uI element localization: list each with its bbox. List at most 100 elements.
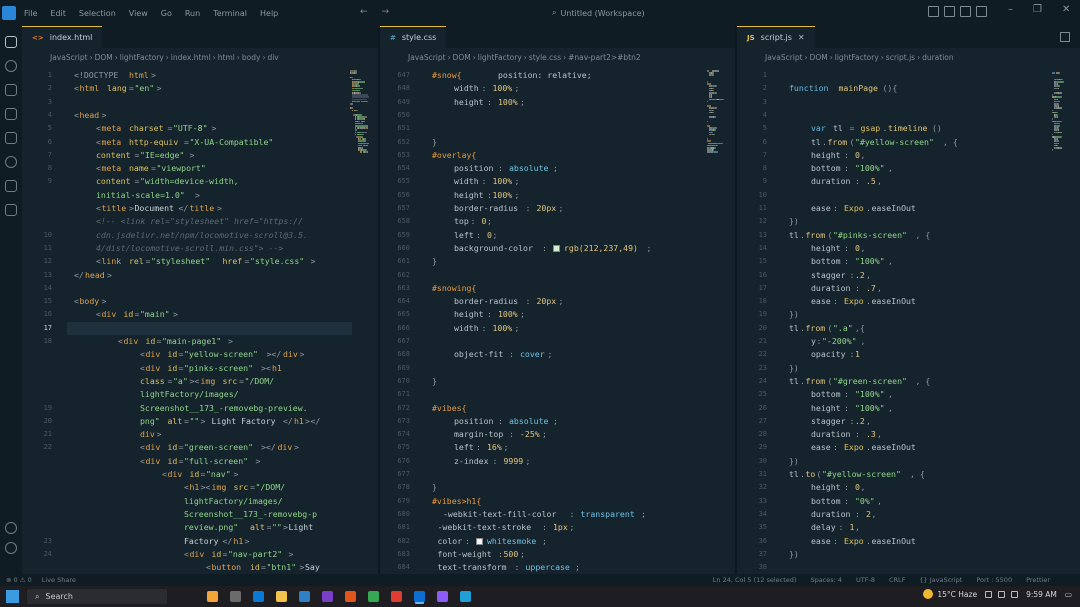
taskbar-app-icon[interactable]: [322, 591, 333, 602]
code-token: (: [849, 136, 855, 147]
breadcrumb-item[interactable]: JavaScript: [408, 53, 446, 62]
status-item[interactable]: Prettier: [1026, 576, 1050, 584]
testing-icon[interactable]: [5, 204, 17, 216]
menu-edit[interactable]: Edit: [50, 9, 66, 18]
explorer-icon[interactable]: [5, 36, 17, 48]
notification-icon[interactable]: ▭: [1065, 590, 1072, 599]
code-token: stagger: [811, 269, 846, 280]
weather-widget[interactable]: 15°C Haze: [923, 589, 977, 599]
taskbar-app-icon[interactable]: [414, 591, 425, 602]
breadcrumb-item[interactable]: DOM: [95, 53, 113, 62]
breadcrumb-item[interactable]: html: [218, 53, 235, 62]
status-item[interactable]: UTF-8: [856, 576, 875, 584]
breadcrumb-item[interactable]: JavaScript: [50, 53, 88, 62]
back-arrow-icon[interactable]: ←: [360, 7, 368, 17]
breadcrumb-item[interactable]: lightFactory: [478, 53, 522, 62]
code-area[interactable]: 1 <!DOCTYPE html >2 < html lang = "en" >3 4 < head >…: [22, 66, 378, 574]
split-editor-icon[interactable]: [1060, 32, 1070, 42]
customize-layout-icon[interactable]: [976, 6, 987, 17]
minimap[interactable]: [707, 66, 729, 366]
taskbar-app-icon[interactable]: [368, 591, 379, 602]
code-token: top: [454, 216, 469, 227]
code-area[interactable]: 647 #snow{position: relative; 648 width: 10…: [380, 66, 735, 574]
live-share-icon[interactable]: [5, 180, 17, 192]
line-number: 681: [397, 523, 410, 532]
taskbar-app-icon[interactable]: [207, 591, 218, 602]
color-swatch-icon[interactable]: [476, 537, 483, 545]
restore-icon[interactable]: ❐: [1033, 4, 1042, 15]
breadcrumb-item[interactable]: style.css: [529, 53, 561, 62]
code-token: tl: [789, 375, 799, 386]
taskbar-app-icon[interactable]: [253, 591, 264, 602]
tab-style-css[interactable]: # style.css: [380, 26, 447, 48]
taskbar-app-icon[interactable]: [437, 591, 448, 602]
breadcrumb-item[interactable]: DOM: [810, 53, 828, 62]
color-swatch-icon[interactable]: [553, 244, 560, 252]
close-tab-icon[interactable]: ✕: [798, 33, 805, 42]
remote-explorer-icon[interactable]: [5, 156, 17, 168]
clock[interactable]: 9:59 AM: [1026, 590, 1057, 599]
account-icon[interactable]: [5, 522, 17, 534]
tab-script-js[interactable]: JS script.js ✕: [737, 26, 815, 48]
breadcrumb-item[interactable]: lightFactory: [835, 53, 879, 62]
taskbar-app-icon[interactable]: [230, 591, 241, 602]
network-icon[interactable]: [998, 590, 1006, 598]
taskbar-app-icon[interactable]: [460, 591, 471, 602]
code-token: }): [789, 548, 799, 559]
breadcrumb-item[interactable]: index.html: [171, 53, 211, 62]
taskbar-search[interactable]: ⌕ Search: [27, 589, 167, 604]
search-view-icon[interactable]: [5, 60, 17, 72]
status-item[interactable]: Live Share: [42, 576, 76, 584]
minimap[interactable]: [1052, 66, 1074, 366]
menu-view[interactable]: View: [129, 9, 148, 18]
run-debug-icon[interactable]: [5, 108, 17, 120]
toggle-sidebar-icon[interactable]: [928, 6, 939, 17]
menu-go[interactable]: Go: [161, 9, 172, 18]
menu-help[interactable]: Help: [260, 9, 278, 18]
breadcrumb-item[interactable]: lightFactory: [120, 53, 164, 62]
status-item[interactable]: CRLF: [889, 576, 905, 584]
menu-selection[interactable]: Selection: [79, 9, 116, 18]
status-item[interactable]: Port : 5500: [976, 576, 1012, 584]
status-item[interactable]: Ln 24, Col 5 (12 selected): [713, 576, 797, 584]
line-number: [22, 388, 52, 401]
extensions-icon[interactable]: [5, 132, 17, 144]
breadcrumb-item[interactable]: script.js: [886, 53, 915, 62]
taskbar-app-icon[interactable]: [345, 591, 356, 602]
taskbar-app-icon[interactable]: [299, 591, 310, 602]
taskbar-app-icon[interactable]: [276, 591, 287, 602]
breadcrumb-item[interactable]: duration: [922, 53, 954, 62]
code-token: :: [509, 429, 519, 440]
source-control-icon[interactable]: [5, 84, 17, 96]
taskbar-app-icon[interactable]: [391, 591, 402, 602]
menu-terminal[interactable]: Terminal: [213, 9, 247, 18]
manage-gear-icon[interactable]: [5, 542, 17, 554]
close-window-icon[interactable]: ✕: [1062, 4, 1070, 15]
chevron-up-icon[interactable]: [985, 590, 993, 598]
breadcrumb-item[interactable]: body: [242, 53, 261, 62]
menu-file[interactable]: File: [24, 9, 37, 18]
status-item[interactable]: Spaces: 4: [810, 576, 842, 584]
breadcrumb-item[interactable]: JavaScript: [765, 53, 803, 62]
breadcrumb-item[interactable]: #nav-part2>#btn2: [568, 53, 641, 62]
status-item[interactable]: {} JavaScript: [919, 576, 962, 584]
code-token: >: [107, 269, 112, 280]
command-center[interactable]: ⌕ Untitled (Workspace): [552, 6, 712, 20]
volume-icon[interactable]: [1011, 590, 1019, 598]
chevron-right-icon: ›: [472, 52, 476, 62]
tab-index-html[interactable]: <> index.html: [22, 26, 103, 48]
status-item[interactable]: ⊗ 0 ⚠ 0: [6, 576, 32, 584]
toggle-panel-icon[interactable]: [944, 6, 955, 17]
breadcrumb-item[interactable]: div: [267, 53, 278, 62]
minimap[interactable]: [350, 66, 372, 366]
code-token: z-index: [454, 455, 489, 466]
breadcrumb-item[interactable]: DOM: [453, 53, 471, 62]
toggle-secondary-sidebar-icon[interactable]: [960, 6, 971, 17]
minimize-icon[interactable]: –: [1008, 4, 1013, 15]
code-area[interactable]: 1 2 function mainPage(){3 4 5 var tl = gsap. timel…: [737, 66, 1080, 574]
code-token: <: [184, 548, 189, 559]
forward-arrow-icon[interactable]: →: [382, 7, 390, 17]
menu-run[interactable]: Run: [185, 9, 200, 18]
code-token: =: [184, 136, 189, 147]
windows-start-icon[interactable]: [6, 590, 19, 603]
